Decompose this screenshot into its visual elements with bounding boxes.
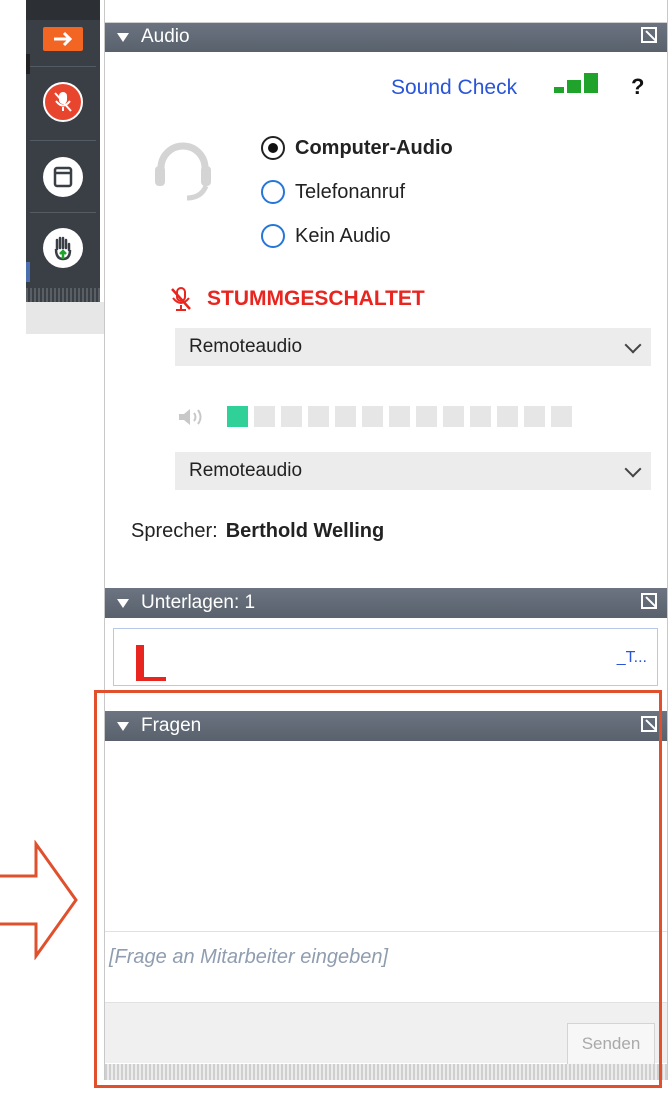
level-segment — [524, 406, 545, 427]
level-segment — [470, 406, 491, 427]
microphone-select[interactable]: Remoteaudio — [175, 328, 651, 366]
send-button[interactable]: Senden — [567, 1023, 655, 1065]
level-segment — [443, 406, 464, 427]
radio-computer-audio[interactable]: Computer-Audio — [261, 136, 453, 160]
radio-button[interactable] — [261, 224, 285, 248]
chevron-down-icon — [624, 460, 642, 478]
documents-list: _T... — [113, 628, 658, 686]
raise-hand-button[interactable] — [43, 228, 83, 268]
volume-icon — [179, 408, 202, 425]
chevron-down-icon — [624, 336, 642, 354]
level-segment — [254, 406, 275, 427]
level-segment — [416, 406, 437, 427]
level-segment — [227, 406, 248, 427]
level-segment — [362, 406, 383, 427]
raise-hand-icon — [54, 236, 72, 261]
edge-marker — [26, 262, 30, 282]
panel-resize-grip[interactable] — [105, 1064, 667, 1080]
documents-section-header[interactable]: Unterlagen: 1 — [105, 588, 667, 618]
audio-section-title: Audio — [141, 26, 190, 47]
document-file-icon[interactable] — [136, 645, 166, 681]
collapse-arrow-button[interactable] — [43, 27, 83, 51]
sound-check-link[interactable]: Sound Check — [391, 76, 517, 100]
headset-icon — [155, 142, 211, 201]
radio-label: Telefonanruf — [295, 180, 406, 203]
questions-log — [105, 741, 667, 931]
radio-phone-call[interactable]: Telefonanruf — [261, 180, 405, 204]
maximize-icon[interactable] — [641, 716, 657, 732]
toolbar-shadow-area — [26, 302, 104, 334]
documents-section-title: Unterlagen: 1 — [141, 592, 256, 613]
control-panel: Audio Sound Check ? Computer-Audio Telef… — [104, 0, 668, 1080]
input-level-meter — [177, 406, 578, 427]
maximize-icon[interactable] — [641, 27, 657, 43]
signal-strength-icon — [554, 71, 606, 93]
toolbar-grip[interactable] — [26, 288, 100, 302]
radio-button-selected[interactable] — [261, 136, 285, 160]
callout-arrow-icon — [0, 840, 78, 960]
level-segment — [308, 406, 329, 427]
collapse-triangle-icon[interactable] — [117, 598, 129, 608]
speaker-select-value: Remoteaudio — [189, 460, 303, 481]
mute-status-text: STUMMGESCHALTET — [207, 287, 425, 310]
microphone-muted-icon — [54, 92, 72, 112]
panel-top-edge — [105, 0, 667, 23]
speaker-name: Berthold Welling — [225, 520, 385, 542]
questions-section-header[interactable]: Fragen — [105, 711, 667, 741]
radio-label: Kein Audio — [295, 224, 391, 247]
microphone-select-value: Remoteaudio — [189, 336, 303, 357]
level-segment — [281, 406, 302, 427]
radio-no-audio[interactable]: Kein Audio — [261, 224, 391, 248]
speaker-label: Sprecher: — [131, 520, 218, 542]
window-layout-icon — [53, 166, 73, 188]
audio-section-header[interactable]: Audio — [105, 22, 667, 52]
mute-microphone-button[interactable] — [43, 82, 83, 122]
collapse-triangle-icon[interactable] — [117, 721, 129, 731]
layout-button[interactable] — [43, 157, 83, 197]
microphone-muted-icon — [171, 287, 191, 311]
maximize-icon[interactable] — [641, 593, 657, 609]
current-speaker: Sprecher: Berthold Welling — [131, 520, 384, 543]
radio-label: Computer-Audio — [295, 136, 453, 159]
level-segment — [551, 406, 572, 427]
level-segments — [227, 406, 578, 427]
speaker-select[interactable]: Remoteaudio — [175, 452, 651, 490]
toolbar-top-strip — [26, 0, 100, 20]
edge-marker — [26, 54, 30, 74]
level-segment — [335, 406, 356, 427]
toolbar-divider — [30, 66, 96, 67]
radio-button[interactable] — [261, 180, 285, 204]
level-segment — [497, 406, 518, 427]
question-input[interactable]: [Frage an Mitarbeiter eingeben] — [105, 931, 667, 1003]
collapse-triangle-icon[interactable] — [117, 32, 129, 42]
arrow-right-icon — [54, 31, 73, 47]
help-icon[interactable]: ? — [631, 74, 644, 100]
document-link[interactable]: _T... — [617, 649, 647, 667]
toolbar-divider — [30, 140, 96, 141]
side-toolbar — [26, 0, 100, 302]
toolbar-divider — [30, 212, 96, 213]
questions-section-title: Fragen — [141, 715, 202, 736]
level-segment — [389, 406, 410, 427]
mute-status: STUMMGESCHALTET — [169, 286, 425, 312]
